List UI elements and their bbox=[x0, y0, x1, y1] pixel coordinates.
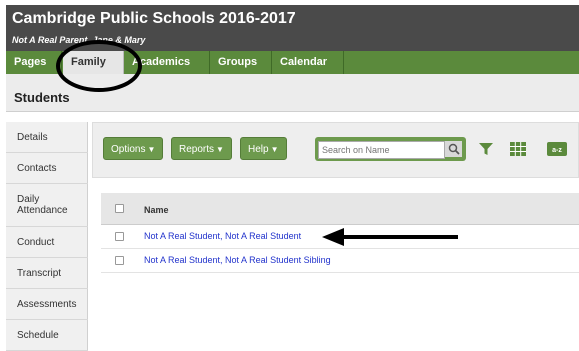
sidebar-item-conduct[interactable]: Conduct bbox=[6, 227, 88, 258]
sidebar-item-details[interactable]: Details bbox=[6, 122, 88, 153]
sidebar-item-schedule[interactable]: Schedule bbox=[6, 320, 88, 351]
row-checkbox[interactable] bbox=[115, 256, 124, 265]
annotation-circle bbox=[56, 40, 142, 92]
sidebar: Details Contacts Daily Attendance Conduc… bbox=[6, 122, 88, 351]
search-box bbox=[315, 137, 466, 161]
search-icon[interactable] bbox=[445, 141, 462, 157]
svg-text:a-z: a-z bbox=[552, 147, 562, 154]
app-title: Cambridge Public Schools 2016-2017 bbox=[12, 10, 296, 27]
tab-calendar[interactable]: Calendar bbox=[272, 51, 344, 74]
sidebar-item-label: Assessments bbox=[17, 298, 77, 310]
sidebar-item-label: Conduct bbox=[17, 236, 55, 248]
sidebar-item-label: Daily Attendance bbox=[17, 194, 68, 216]
caret-down-icon: ▼ bbox=[270, 145, 279, 154]
sidebar-item-transcript[interactable]: Transcript bbox=[6, 258, 88, 289]
annotation-arrow bbox=[322, 228, 458, 246]
student-link[interactable]: Not A Real Student, Not A Real Student bbox=[144, 231, 301, 241]
sidebar-item-label: Details bbox=[17, 131, 48, 143]
sidebar-item-label: Schedule bbox=[17, 329, 59, 341]
caret-down-icon: ▼ bbox=[147, 145, 156, 154]
sort-az-icon[interactable]: a-z bbox=[545, 137, 569, 161]
sidebar-item-daily-attendance[interactable]: Daily Attendance bbox=[6, 184, 88, 227]
help-label: Help bbox=[248, 144, 269, 155]
table-row: Not A Real Student, Not A Real Student S… bbox=[101, 249, 579, 273]
select-all-checkbox[interactable] bbox=[115, 204, 124, 213]
student-link[interactable]: Not A Real Student, Not A Real Student S… bbox=[144, 255, 331, 265]
options-label: Options bbox=[111, 144, 146, 155]
sidebar-item-label: Transcript bbox=[17, 267, 62, 279]
row-checkbox[interactable] bbox=[115, 232, 124, 241]
column-header-name[interactable]: Name bbox=[144, 205, 169, 215]
toolbar: Options▼ Reports▼ Help▼ a-z bbox=[92, 122, 579, 178]
search-input[interactable] bbox=[318, 141, 445, 159]
page-title: Students bbox=[14, 90, 70, 105]
tab-pages[interactable]: Pages bbox=[6, 51, 62, 74]
reports-label: Reports bbox=[179, 144, 215, 155]
table-header: Name bbox=[101, 193, 579, 225]
grid-icon[interactable] bbox=[507, 137, 529, 161]
sidebar-item-label: Contacts bbox=[17, 162, 57, 174]
sidebar-item-assessments[interactable]: Assessments bbox=[6, 289, 88, 320]
caret-down-icon: ▼ bbox=[216, 145, 224, 154]
sidebar-item-contacts[interactable]: Contacts bbox=[6, 153, 88, 184]
help-button[interactable]: Help ▼ bbox=[240, 137, 287, 160]
tab-groups[interactable]: Groups bbox=[210, 51, 272, 74]
options-button[interactable]: Options ▼ bbox=[103, 137, 164, 160]
filter-icon[interactable] bbox=[475, 137, 497, 161]
reports-button[interactable]: Reports ▼ bbox=[171, 137, 232, 160]
